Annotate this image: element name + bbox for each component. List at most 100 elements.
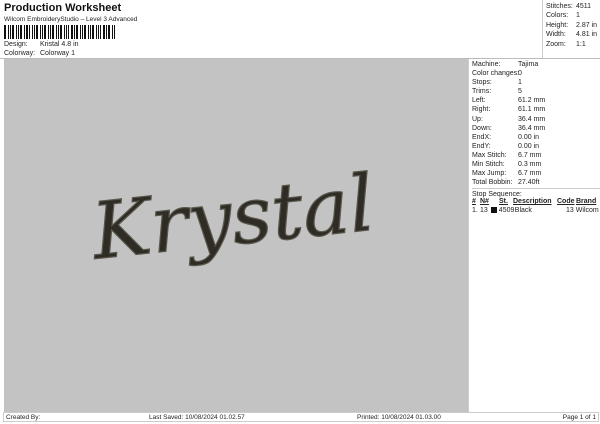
- barcode-bar: [80, 25, 81, 39]
- barcode-bar: [16, 25, 17, 39]
- machine-row: Left: 61.2 mm: [472, 96, 600, 105]
- needle-number: 13: [480, 207, 488, 215]
- barcode: [4, 25, 117, 39]
- machine-label: Max Stitch:: [472, 151, 507, 159]
- machine-value: 6.7 mm: [518, 151, 542, 159]
- barcode-bar: [18, 25, 19, 39]
- col-header: #: [472, 198, 476, 206]
- barcode-bar: [84, 25, 86, 39]
- col-header: N#: [480, 198, 489, 206]
- stat-label: Height:: [546, 21, 569, 29]
- stat-value: 4.81 in: [576, 31, 598, 39]
- page-title: Production Worksheet: [4, 2, 122, 14]
- machine-value: 1: [518, 79, 522, 87]
- thread-brand: Wilcom: [575, 207, 599, 215]
- machine-value: 0.00 in: [518, 142, 540, 150]
- machine-row: Trims: 5: [472, 87, 600, 96]
- barcode-bar: [24, 25, 25, 39]
- machine-value: 6.7 mm: [518, 170, 542, 178]
- barcode-bar: [12, 25, 14, 39]
- barcode-bar: [74, 25, 75, 39]
- col-header: St.: [499, 198, 508, 206]
- barcode-bar: [44, 25, 46, 39]
- machine-value: 0.3 mm: [518, 161, 542, 169]
- barcode-bar: [88, 25, 89, 39]
- machine-row: Color changes:0: [472, 69, 600, 78]
- design-value: Kristal 4.8 in: [40, 41, 79, 48]
- machine-label: Right:: [472, 106, 491, 114]
- barcode-bar: [60, 25, 62, 39]
- barcode-bar: [4, 25, 6, 39]
- stat-label: Stitches:: [546, 3, 573, 10]
- barcode-bar: [108, 25, 110, 39]
- machine-label: Left:: [472, 97, 486, 105]
- machine-row: Up: 36.4 mm: [472, 115, 600, 124]
- barcode-bar: [42, 25, 43, 39]
- barcode-bar: [90, 25, 91, 39]
- stop-row: 1. 13 4509 Black 13 Wilcom: [472, 206, 600, 215]
- machine-label: Min Stitch:: [472, 161, 505, 169]
- machine-label: Max Jump:: [472, 170, 507, 178]
- machine-row: EndX: 0.00 in: [472, 133, 600, 142]
- machine-label: Color changes:: [472, 70, 520, 78]
- barcode-bar: [82, 25, 83, 39]
- stop-number: 1.: [472, 207, 478, 215]
- stat-value: 1:1: [576, 40, 586, 48]
- barcode-bar: [98, 25, 99, 39]
- machine-value: 0.00 in: [518, 133, 540, 141]
- barcode-bar: [58, 25, 59, 39]
- machine-value: 36.4 mm: [518, 124, 546, 132]
- machine-row: Machine: Tajima: [472, 60, 600, 69]
- machine-value: 61.1 mm: [518, 106, 546, 114]
- design-row: Design: Kristal 4.8 in: [4, 41, 79, 48]
- barcode-bar: [106, 25, 107, 39]
- machine-row: Total Bobbin: 27.40ft: [472, 178, 600, 187]
- color-swatch: [490, 207, 497, 214]
- machine-row: Stops: 1: [472, 78, 600, 87]
- machine-row: Min Stitch: 0.3 mm: [472, 160, 600, 169]
- barcode-bar: [64, 25, 65, 39]
- stat-row: Height: 2.87 in: [546, 21, 600, 30]
- barcode-bar: [114, 25, 115, 39]
- design-preview: Krystal: [4, 59, 468, 412]
- barcode-bar: [92, 25, 94, 39]
- stat-value: 1: [576, 12, 580, 20]
- barcode-bar: [26, 25, 28, 39]
- design-label: Design:: [4, 41, 28, 48]
- machine-label: Stops:: [472, 79, 492, 87]
- machine-label: EndY:: [472, 142, 491, 150]
- machine-value: Tajima: [518, 61, 539, 68]
- barcode-bar: [32, 25, 33, 39]
- embroidery-design: Krystal: [86, 158, 380, 278]
- stat-value: 4511: [576, 3, 592, 10]
- stop-sequence-title: Stop Sequence:: [472, 188, 600, 198]
- machine-value: 36.4 mm: [518, 115, 546, 123]
- machine-row: EndY: 0.00 in: [472, 142, 600, 151]
- stat-row: Zoom: 1:1: [546, 40, 600, 49]
- barcode-bar: [10, 25, 11, 39]
- stitch-count: 4509: [498, 207, 515, 215]
- barcode-bar: [71, 25, 73, 39]
- barcode-bar: [29, 25, 30, 39]
- machine-label: Machine:: [472, 61, 501, 68]
- machine-label: Total Bobbin:: [472, 179, 513, 187]
- stats-box: Stitches: 4511 Colors: 1 Height: 2.87 in Wi…: [542, 0, 600, 58]
- machine-info-panel: Machine: Tajima Color changes:0 Stops: 1 Trim…: [468, 59, 600, 412]
- design-text: Krystal: [86, 159, 378, 278]
- barcode-bar: [34, 25, 35, 39]
- stat-row: Stitches: 4511: [546, 2, 600, 11]
- color-description: Black: [514, 207, 532, 215]
- machine-row: Right: 61.1 mm: [472, 105, 600, 114]
- machine-label: Down:: [472, 124, 492, 132]
- barcode-bar: [112, 25, 113, 39]
- barcode-bar: [8, 25, 9, 39]
- color-code: 13: [566, 207, 574, 215]
- machine-row: Max Stitch: 6.7 mm: [472, 151, 600, 160]
- printed-date: Printed: 10/08/2024 01.03.00: [357, 414, 441, 421]
- col-header: Brand: [576, 198, 597, 206]
- machine-value: 61.2 mm: [518, 97, 546, 105]
- stat-label: Zoom:: [546, 40, 566, 48]
- footer: Created By: Last Saved: 10/08/2024 01.02…: [3, 412, 599, 422]
- machine-row: Down: 36.4 mm: [472, 124, 600, 133]
- barcode-bar: [103, 25, 105, 39]
